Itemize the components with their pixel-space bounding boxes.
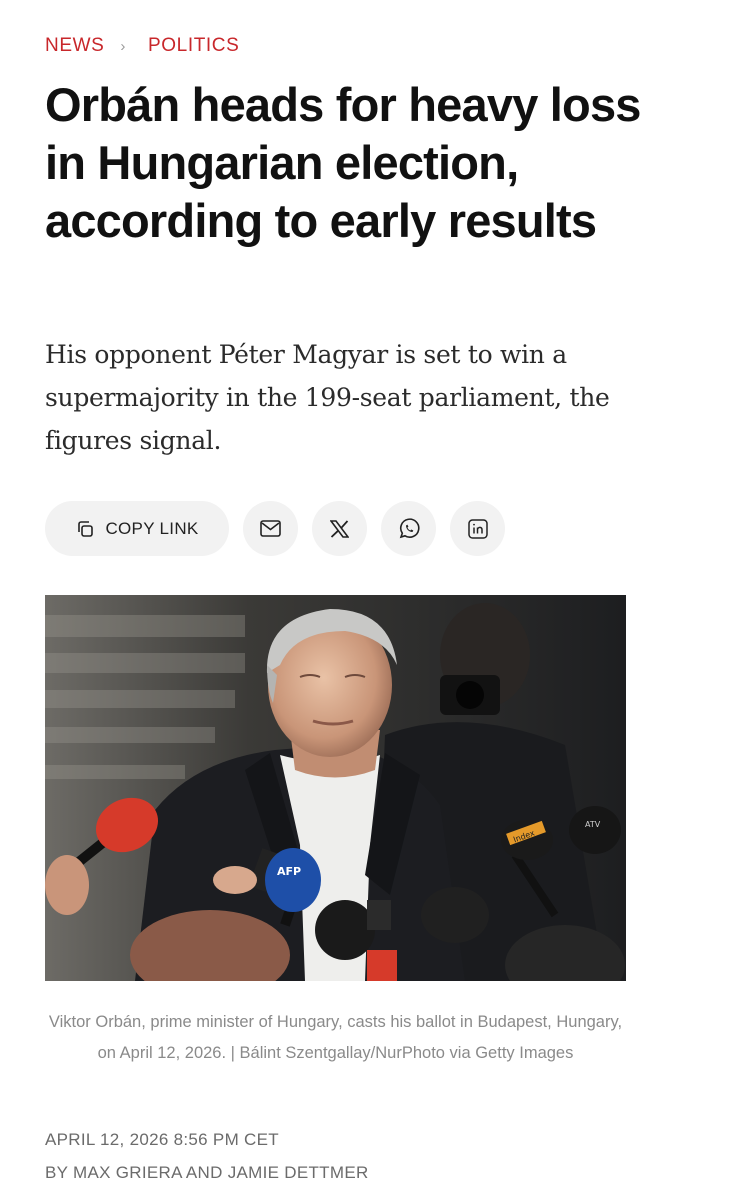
x-share-button[interactable] bbox=[312, 501, 367, 556]
whatsapp-share-button[interactable] bbox=[381, 501, 436, 556]
breadcrumb: NEWS › POLITICS bbox=[45, 35, 239, 57]
linkedin-share-button[interactable] bbox=[450, 501, 505, 556]
email-share-button[interactable] bbox=[243, 501, 298, 556]
photo-caption: Viktor Orbán, prime minister of Hungary,… bbox=[48, 1012, 623, 1062]
copy-link-button[interactable]: COPY LINK bbox=[45, 501, 229, 556]
byline: BY MAX GRIERA AND JAMIE DETTMER bbox=[45, 1163, 369, 1182]
article-photo: AFP Index ATV bbox=[45, 595, 626, 981]
linkedin-icon bbox=[467, 518, 488, 539]
copy-icon bbox=[75, 519, 95, 539]
whatsapp-icon bbox=[398, 517, 420, 540]
chevron-right-icon: › bbox=[120, 37, 127, 55]
article-headline: Orbán heads for heavy loss in Hungarian … bbox=[45, 78, 641, 247]
article-dek: His opponent Péter Magyar is set to win … bbox=[45, 340, 610, 455]
breadcrumb-news-link[interactable]: NEWS bbox=[45, 35, 104, 57]
publish-date: APRIL 12, 2026 8:56 PM CET bbox=[45, 1130, 279, 1149]
copy-link-label: COPY LINK bbox=[105, 518, 199, 538]
x-icon bbox=[330, 519, 349, 538]
share-bar: COPY LINK bbox=[45, 501, 505, 556]
breadcrumb-politics-link[interactable]: POLITICS bbox=[148, 35, 239, 57]
mic-label-atv: ATV bbox=[585, 820, 601, 829]
mail-icon bbox=[260, 520, 281, 537]
mic-label-afp: AFP bbox=[277, 865, 301, 878]
